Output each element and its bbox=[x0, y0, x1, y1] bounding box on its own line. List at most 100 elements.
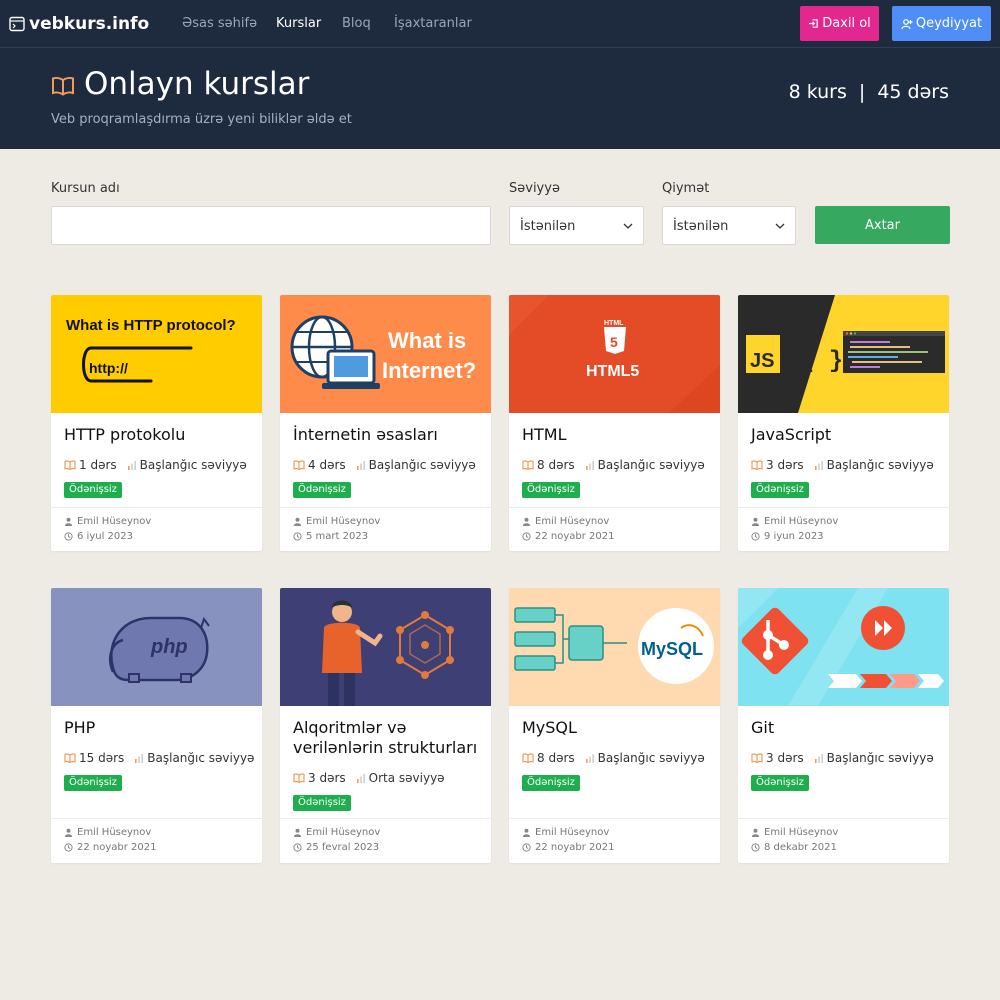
author-line: Emil Hüseynov bbox=[293, 827, 380, 838]
user-icon bbox=[64, 828, 73, 837]
course-title[interactable]: MySQL bbox=[522, 718, 712, 738]
author-line: Emil Hüseynov bbox=[64, 516, 151, 527]
author-line: Emil Hüseynov bbox=[293, 516, 380, 527]
course-card[interactable]: Git 3 dərs Başlanğıc səviyyə Ödənişsiz E… bbox=[738, 588, 949, 863]
course-card[interactable]: JS { } JavaScript 3 dərs Başlanğıc səviy… bbox=[738, 295, 949, 551]
date-line: 22 noyabr 2021 bbox=[522, 842, 615, 853]
user-plus-icon bbox=[901, 18, 913, 29]
course-meta: 3 dərs Başlanğıc səviyyə bbox=[751, 458, 934, 472]
author-name: Emil Hüseynov bbox=[764, 516, 839, 527]
course-title[interactable]: İnternetin əsasları bbox=[293, 425, 483, 445]
author-name: Emil Hüseynov bbox=[77, 516, 152, 527]
course-thumbnail[interactable]: JS { } bbox=[738, 295, 949, 413]
author-name: Emil Hüseynov bbox=[764, 827, 839, 838]
user-icon bbox=[293, 517, 302, 526]
nav-link-home[interactable]: Əsas səhifə bbox=[182, 16, 257, 31]
price-label: Qiymət bbox=[662, 181, 710, 196]
thumb-html-big: HTML5 bbox=[586, 363, 639, 380]
signal-bars-icon bbox=[356, 461, 365, 470]
user-icon bbox=[751, 517, 760, 526]
course-thumbnail[interactable]: HTML 5 HTML5 bbox=[509, 295, 720, 413]
author-line: Emil Hüseynov bbox=[522, 827, 609, 838]
signal-bars-icon bbox=[585, 754, 594, 763]
course-meta: 8 dərs Başlanğıc səviyyə bbox=[522, 751, 705, 765]
thumb-http-title: What is HTTP protocol? bbox=[66, 317, 236, 334]
user-icon bbox=[522, 517, 531, 526]
level-select[interactable]: İstənilən bbox=[509, 206, 644, 245]
thumb-html-small: HTML bbox=[604, 320, 624, 327]
level-select-value: İstənilən bbox=[520, 219, 576, 234]
course-level: Başlanğıc səviyyə bbox=[597, 458, 705, 472]
thumb-http-url: http:// bbox=[89, 360, 128, 376]
lesson-count: 3 dərs bbox=[308, 771, 346, 785]
price-select-value: İstənilən bbox=[673, 219, 729, 234]
course-level: Başlanğıc səviyyə bbox=[597, 751, 705, 765]
open-book-icon bbox=[52, 77, 74, 96]
login-button[interactable]: Daxil ol bbox=[800, 6, 879, 41]
course-meta: 15 dərs Başlanğıc səviyyə bbox=[64, 751, 254, 765]
course-thumbnail[interactable]: What is Internet? bbox=[280, 295, 491, 413]
course-thumbnail[interactable]: What is HTTP protocol? http:// bbox=[51, 295, 262, 413]
course-meta: 8 dərs Başlanğıc səviyyə bbox=[522, 458, 705, 472]
course-title[interactable]: Alqoritmlər və verilənlərin strukturları bbox=[293, 718, 483, 758]
course-title[interactable]: Git bbox=[751, 718, 941, 738]
register-button[interactable]: Qeydiyyat bbox=[892, 6, 991, 41]
nav-link-jobseekers[interactable]: İşaxtaranlar bbox=[394, 16, 472, 31]
date-line: 9 iyun 2023 bbox=[751, 531, 824, 542]
card-footer: Emil Hüseynov 25 fevral 2023 bbox=[280, 818, 491, 863]
course-title[interactable]: HTTP protokolu bbox=[64, 425, 254, 445]
price-badge: Ödənişsiz bbox=[522, 775, 580, 791]
nav-link-blog[interactable]: Bloq bbox=[342, 16, 371, 31]
clock-icon bbox=[64, 532, 73, 541]
page-header: Onlayn kurslar Veb proqramlaşdırma üzrə … bbox=[0, 48, 1000, 149]
card-footer: Emil Hüseynov 22 noyabr 2021 bbox=[509, 818, 720, 863]
clock-icon bbox=[522, 843, 531, 852]
search-label: Axtar bbox=[865, 217, 900, 233]
course-card[interactable]: What is HTTP protocol? http:// HTTP prot… bbox=[51, 295, 262, 551]
course-level: Başlanğıc səviyyə bbox=[147, 751, 255, 765]
lesson-count: 8 dərs bbox=[537, 751, 575, 765]
course-title[interactable]: HTML bbox=[522, 425, 712, 445]
course-thumbnail[interactable] bbox=[738, 588, 949, 706]
course-stats: 8 kurs | 45 dərs bbox=[789, 81, 949, 103]
book-icon bbox=[64, 753, 76, 763]
course-card[interactable]: Alqoritmlər və verilənlərin strukturları… bbox=[280, 588, 491, 863]
publish-date: 8 dekabr 2021 bbox=[764, 842, 837, 853]
search-button[interactable]: Axtar bbox=[815, 206, 950, 244]
top-navbar: vebkurs.info Əsas səhifə Kurslar Bloq İş… bbox=[0, 0, 1000, 48]
brand-logo[interactable]: vebkurs.info bbox=[9, 12, 149, 36]
course-thumbnail[interactable] bbox=[280, 588, 491, 706]
login-label: Daxil ol bbox=[822, 16, 871, 31]
course-card[interactable]: MySQL MySQL 8 dərs Başlanğıc səviyyə Ödə… bbox=[509, 588, 720, 863]
lesson-count: 4 dərs bbox=[308, 458, 346, 472]
course-meta: 3 dərs Başlanğıc səviyyə bbox=[751, 751, 934, 765]
course-thumbnail[interactable]: php bbox=[51, 588, 262, 706]
course-level: Başlanğıc səviyyə bbox=[826, 751, 934, 765]
course-title[interactable]: JavaScript bbox=[751, 425, 941, 445]
thumb-mysql-logo: MySQL bbox=[641, 639, 703, 659]
clock-icon bbox=[293, 532, 302, 541]
course-meta: 1 dərs Başlanğıc səviyyə bbox=[64, 458, 247, 472]
course-card[interactable]: HTML 5 HTML5 HTML 8 dərs Başlanğıc səviy… bbox=[509, 295, 720, 551]
clock-icon bbox=[522, 532, 531, 541]
course-name-input[interactable] bbox=[51, 206, 491, 245]
course-meta: 3 dərs Orta səviyyə bbox=[293, 771, 445, 785]
author-name: Emil Hüseynov bbox=[535, 516, 610, 527]
terminal-window-icon bbox=[9, 16, 25, 32]
clock-icon bbox=[64, 843, 73, 852]
course-title[interactable]: PHP bbox=[64, 718, 254, 738]
course-card[interactable]: What is Internet? İnternetin əsasları 4 … bbox=[280, 295, 491, 551]
nav-link-courses[interactable]: Kurslar bbox=[276, 16, 321, 31]
price-badge: Ödənişsiz bbox=[751, 775, 809, 791]
author-name: Emil Hüseynov bbox=[306, 827, 381, 838]
price-select[interactable]: İstənilən bbox=[662, 206, 796, 245]
course-level: Başlanğıc səviyyə bbox=[826, 458, 934, 472]
book-icon bbox=[293, 773, 305, 783]
sign-in-icon bbox=[809, 19, 818, 28]
card-footer: Emil Hüseynov 6 iyul 2023 bbox=[51, 507, 262, 551]
course-thumbnail[interactable]: MySQL bbox=[509, 588, 720, 706]
course-card[interactable]: php PHP 15 dərs Başlanğıc səviyyə Ödəniş… bbox=[51, 588, 262, 863]
lesson-count: 1 dərs bbox=[79, 458, 117, 472]
signal-bars-icon bbox=[356, 774, 365, 783]
price-badge: Ödənişsiz bbox=[64, 482, 122, 498]
